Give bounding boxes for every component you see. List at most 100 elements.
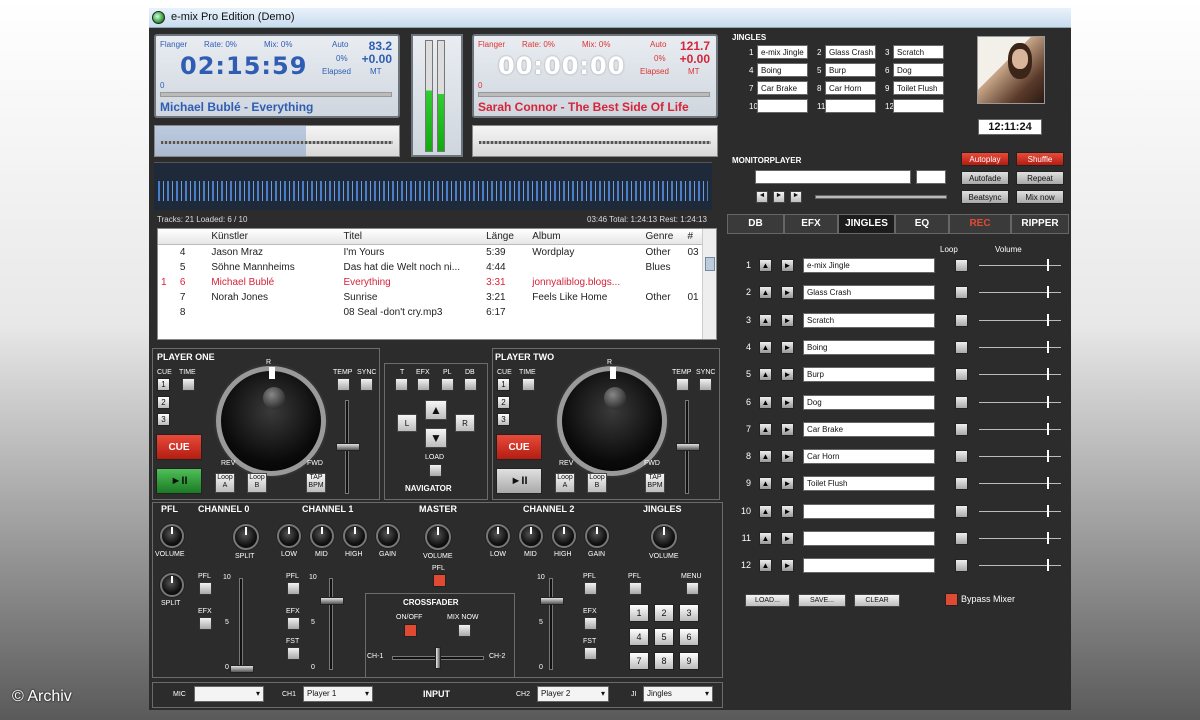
option-button-shuffle[interactable]: Shuffle [1016, 152, 1064, 166]
column-header-artist[interactable]: Künstler [208, 229, 340, 245]
play-icon[interactable]: ► [781, 504, 794, 518]
volume-slider-handle[interactable] [1047, 477, 1049, 490]
overview-waveform[interactable] [154, 162, 712, 210]
deck2-elapsed[interactable]: Elapsed [640, 67, 669, 76]
eject-icon[interactable]: ▲ [759, 450, 772, 464]
p1-play-pause-button[interactable]: ►II [156, 468, 202, 494]
nav-pl-button[interactable] [441, 378, 454, 391]
loop-checkbox[interactable] [955, 286, 968, 300]
nav-right-button[interactable]: R [455, 414, 475, 432]
jingle-quick-slot[interactable]: Car Brake [757, 81, 808, 95]
loop-checkbox[interactable] [955, 450, 968, 464]
option-button-autoplay[interactable]: Autoplay [961, 152, 1009, 166]
table-row[interactable]: 5 Söhne Mannheims Das hat die Welt noch ni… [158, 260, 716, 275]
p2-time-button[interactable] [522, 378, 535, 391]
deck2-mt[interactable]: MT [688, 67, 700, 76]
ch2-input-select[interactable]: Player 2 ▾ [537, 686, 609, 702]
ch0-efx-button[interactable] [199, 617, 212, 630]
play-icon[interactable]: ► [781, 532, 794, 545]
ch2-volume-fader[interactable] [540, 578, 564, 670]
eject-icon[interactable]: ▲ [759, 340, 772, 354]
p1-cue-1-button[interactable]: 1 [157, 378, 170, 391]
column-header-album[interactable]: Album [529, 229, 642, 245]
jingle-name-field[interactable]: Car Horn [803, 449, 935, 465]
p1-time-button[interactable] [182, 378, 195, 391]
monitor-play-icon[interactable]: ► [773, 191, 785, 203]
tab-eq[interactable]: EQ [895, 214, 949, 234]
monitor-next-icon[interactable]: ► [790, 191, 802, 203]
jingle-load-button[interactable]: LOAD... [745, 594, 790, 607]
deck2-waveform[interactable] [472, 125, 718, 157]
option-button-mix-now[interactable]: Mix now [1016, 190, 1064, 204]
ch2-efx-button[interactable] [584, 617, 597, 630]
monitor-prev-icon[interactable]: ◄ [756, 191, 768, 203]
master-volume-knob[interactable] [425, 524, 451, 550]
bypass-mixer-checkbox[interactable] [945, 593, 958, 606]
loop-checkbox[interactable] [955, 532, 968, 545]
table-row[interactable]: 7 Norah Jones Sunrise 3:21 Feels Like Home Ot… [158, 290, 716, 305]
play-icon[interactable]: ► [781, 395, 794, 409]
jingle-name-field[interactable] [803, 558, 935, 574]
jingles-volume-knob[interactable] [651, 524, 677, 550]
p1-pitch-slider[interactable] [336, 400, 360, 494]
loop-checkbox[interactable] [955, 559, 968, 573]
ch1-volume-fader[interactable] [320, 578, 344, 670]
ch2-fst-button[interactable] [584, 647, 597, 660]
option-button-autofade[interactable]: Autofade [961, 171, 1009, 185]
p2-loop-a-button[interactable]: Loop A [555, 473, 575, 493]
jingle-quick-slot[interactable] [893, 99, 944, 113]
jingle-name-field[interactable]: Toilet Flush [803, 476, 935, 492]
p1-tap-bpm-button[interactable]: TAP BPM [306, 473, 326, 493]
deck1-progress[interactable] [160, 92, 392, 97]
ch0-volume-fader[interactable] [230, 578, 254, 673]
jingle-pad-7[interactable]: 7 [629, 652, 649, 670]
nav-left-button[interactable]: L [397, 414, 417, 432]
jingle-pad-6[interactable]: 6 [679, 628, 699, 646]
column-header[interactable] [177, 229, 208, 245]
column-header-genre[interactable]: Genre [643, 229, 685, 245]
ch1-pfl-button[interactable] [287, 582, 300, 595]
play-icon[interactable]: ► [781, 286, 794, 300]
tab-rec[interactable]: REC [949, 214, 1011, 234]
eject-icon[interactable]: ▲ [759, 368, 772, 382]
jingle-pad-5[interactable]: 5 [654, 628, 674, 646]
eject-icon[interactable]: ▲ [759, 559, 772, 573]
jingles-input-select[interactable]: Jingles ▾ [643, 686, 713, 702]
p2-cue-1-button[interactable]: 1 [497, 378, 510, 391]
p2-cue-2-button[interactable]: 2 [497, 396, 510, 409]
p2-tap-bpm-button[interactable]: TAP BPM [645, 473, 665, 493]
jingle-pad-9[interactable]: 9 [679, 652, 699, 670]
pfl-volume-knob[interactable] [160, 524, 184, 548]
ch1-gain-knob[interactable] [376, 524, 400, 548]
p1-cue-3-button[interactable]: 3 [157, 413, 170, 426]
jingle-quick-slot[interactable]: Dog [893, 63, 944, 77]
p2-sync-button[interactable] [699, 378, 712, 391]
jingle-quick-slot[interactable]: Car Horn [825, 81, 876, 95]
jingle-name-field[interactable]: Boing [803, 339, 935, 355]
play-icon[interactable]: ► [781, 450, 794, 464]
play-icon[interactable]: ► [781, 368, 794, 382]
eject-icon[interactable]: ▲ [759, 395, 772, 409]
eject-icon[interactable]: ▲ [759, 477, 772, 491]
ch1-input-select[interactable]: Player 1 ▾ [303, 686, 373, 702]
jingle-name-field[interactable]: Dog [803, 394, 935, 410]
loop-checkbox[interactable] [955, 504, 968, 518]
loop-checkbox[interactable] [955, 477, 968, 491]
volume-slider-handle[interactable] [1047, 504, 1049, 517]
p2-temp-button[interactable] [676, 378, 689, 391]
jingle-quick-slot[interactable]: Scratch [893, 45, 944, 59]
loop-checkbox[interactable] [955, 259, 968, 272]
monitor-track-field[interactable] [755, 170, 911, 184]
jingle-pad-8[interactable]: 8 [654, 652, 674, 670]
play-icon[interactable]: ► [781, 559, 794, 573]
jingle-pad-4[interactable]: 4 [629, 628, 649, 646]
jingle-name-field[interactable]: Car Brake [803, 421, 935, 437]
eject-icon[interactable]: ▲ [759, 504, 772, 518]
ch0-split-knob[interactable] [233, 524, 259, 550]
eject-icon[interactable]: ▲ [759, 532, 772, 545]
volume-slider-handle[interactable] [1047, 450, 1049, 463]
option-button-repeat[interactable]: Repeat [1016, 171, 1064, 185]
ch1-low-knob[interactable] [277, 524, 301, 548]
play-icon[interactable]: ► [781, 259, 794, 272]
p1-loop-b-button[interactable]: Loop B [247, 473, 267, 493]
